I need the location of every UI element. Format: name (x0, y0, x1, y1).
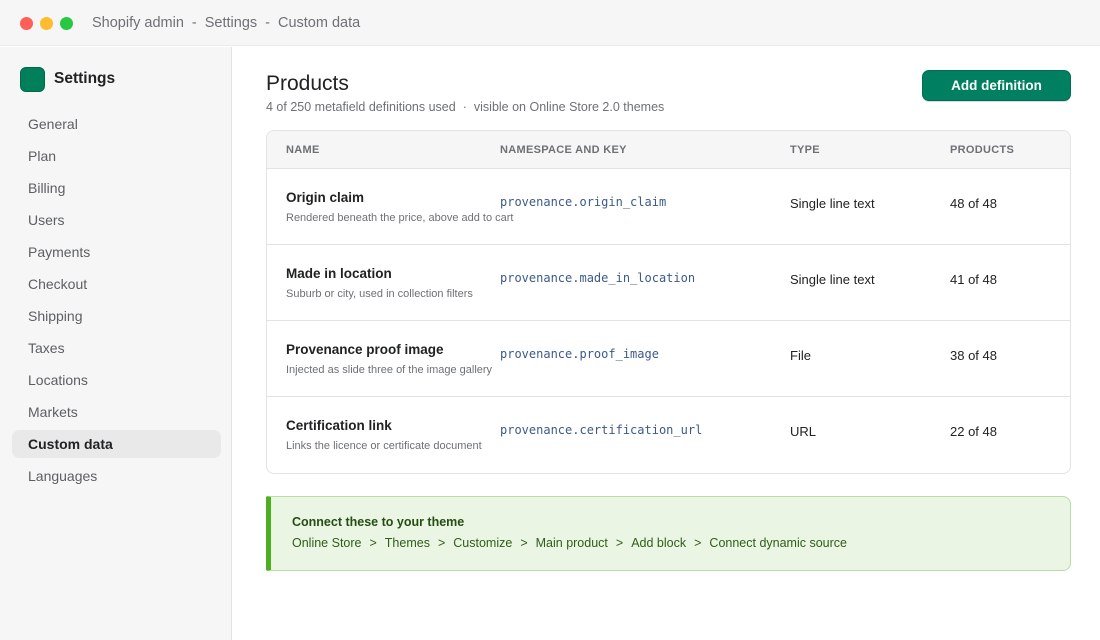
definition-type: File (790, 348, 811, 363)
definition-description: Suburb or city, used in collection filte… (286, 288, 473, 300)
column-header-namespace-key: NAMESPACE AND KEY (500, 144, 627, 156)
sidebar-item-plan[interactable]: Plan (12, 142, 221, 170)
column-header-type: TYPE (790, 144, 820, 156)
metafield-definitions-table: NAME NAMESPACE AND KEY TYPE PRODUCTS Ori… (266, 130, 1071, 474)
path-separator: > (520, 536, 528, 550)
add-definition-button[interactable]: Add definition (922, 70, 1071, 101)
path-separator: > (369, 536, 377, 550)
column-header-products: PRODUCTS (950, 144, 1015, 156)
sidebar-item-payments[interactable]: Payments (12, 238, 221, 266)
sidebar-item-locations[interactable]: Locations (12, 366, 221, 394)
definition-key: provenance.origin_claim (500, 195, 667, 209)
definition-product-count: 48 of 48 (950, 196, 997, 211)
path-step: Online Store (292, 536, 362, 550)
sidebar-item-custom-data[interactable]: Custom data (12, 430, 221, 458)
table-row[interactable]: Made in location Suburb or city, used in… (267, 245, 1070, 321)
definition-type: URL (790, 424, 817, 439)
breadcrumb-separator: - (191, 15, 197, 31)
definition-description: Links the licence or certificate documen… (286, 440, 482, 452)
page-title: Products (266, 72, 349, 95)
path-step: Add block (631, 536, 687, 550)
breadcrumb: Shopify admin - Settings - Custom data (92, 15, 360, 31)
breadcrumb-separator: - (265, 15, 270, 31)
close-window-icon[interactable] (20, 17, 33, 30)
settings-sidebar: Settings General Plan Billing Users Paym… (0, 47, 232, 640)
banner-title: Connect these to your theme (292, 515, 465, 529)
path-separator: > (615, 536, 624, 550)
sidebar-item-markets[interactable]: Markets (12, 398, 221, 426)
table-row[interactable]: Provenance proof image Injected as slide… (267, 321, 1070, 397)
path-separator: > (437, 536, 446, 550)
table-header: NAME NAMESPACE AND KEY TYPE PRODUCTS (267, 131, 1070, 169)
sidebar-item-users[interactable]: Users (12, 206, 221, 234)
sidebar-item-billing[interactable]: Billing (12, 174, 221, 202)
definition-description: Injected as slide three of the image gal… (286, 364, 493, 376)
path-step: Connect dynamic source (709, 536, 847, 550)
definition-type: Single line text (790, 196, 875, 211)
definition-name[interactable]: Origin claim (286, 190, 364, 205)
sidebar-item-general[interactable]: General (12, 110, 221, 138)
sidebar-header: Settings (20, 66, 116, 92)
sidebar-title: Settings (54, 70, 116, 87)
page-subtitle: 4 of 250 metafield definitions used · visi… (266, 100, 664, 114)
path-step: Themes (384, 536, 430, 550)
definition-name[interactable]: Certification link (286, 418, 392, 433)
settings-nav: General Plan Billing Users Payments Chec… (12, 110, 221, 494)
path-step: Main product (535, 536, 608, 550)
maximize-window-icon[interactable] (60, 17, 73, 30)
path-step: Customize (453, 536, 513, 550)
breadcrumb-item-custom-data: Custom data (277, 15, 361, 31)
banner-navigation-path: Online Store > Themes > Customize > Main produ… (292, 536, 847, 550)
sidebar-item-taxes[interactable]: Taxes (12, 334, 221, 362)
definition-product-count: 38 of 48 (950, 348, 997, 363)
minimize-window-icon[interactable] (40, 17, 53, 30)
table-row[interactable]: Certification link Links the licence or … (267, 397, 1070, 473)
shopify-logo-icon (20, 66, 45, 92)
sidebar-item-checkout[interactable]: Checkout (12, 270, 221, 298)
theme-connect-banner: Connect these to your theme Online Store… (266, 496, 1071, 571)
definition-name[interactable]: Made in location (286, 266, 392, 281)
definition-product-count: 41 of 48 (950, 272, 997, 287)
definition-product-count: 22 of 48 (950, 424, 997, 439)
sidebar-item-languages[interactable]: Languages (12, 462, 221, 490)
subtitle-separator: · (462, 100, 467, 114)
breadcrumb-item-settings[interactable]: Settings (205, 15, 257, 31)
sidebar-item-shipping[interactable]: Shipping (12, 302, 221, 330)
definition-key: provenance.certification_url (500, 423, 703, 437)
metafield-usage-text: 4 of 250 metafield definitions used (266, 100, 456, 114)
column-header-name: NAME (286, 144, 320, 156)
definition-type: Single line text (790, 272, 875, 287)
definition-description: Rendered beneath the price, above add to… (286, 212, 514, 224)
path-separator: > (694, 536, 702, 550)
definition-key: provenance.made_in_location (500, 271, 696, 285)
definition-name[interactable]: Provenance proof image (286, 342, 444, 357)
theme-visibility-text: visible on Online Store 2.0 themes (473, 100, 665, 114)
table-row[interactable]: Origin claim Rendered beneath the price,… (267, 169, 1070, 245)
definition-key: provenance.proof_image (500, 347, 659, 361)
breadcrumb-item-shopify-admin[interactable]: Shopify admin (92, 15, 184, 31)
window-titlebar: Shopify admin - Settings - Custom data (0, 0, 1100, 46)
